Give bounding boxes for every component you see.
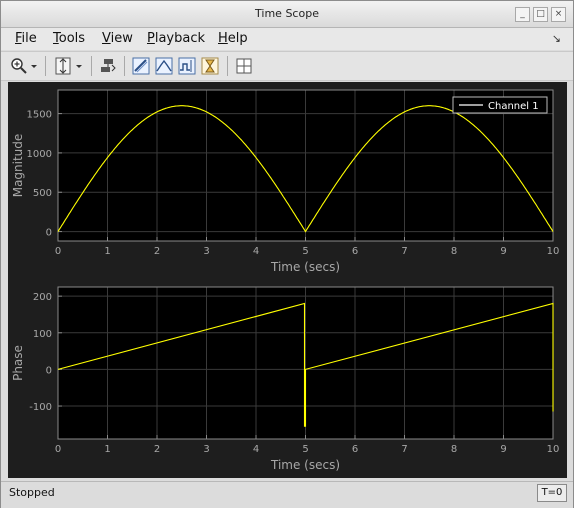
x-tick-label: 5 [302,444,308,455]
menu-playback[interactable]: Playback [147,31,205,46]
x-tick-label: 2 [154,246,160,257]
x-tick-label: 3 [203,444,209,455]
scope-plots[interactable]: 0 1 2 3 4 5 6 7 8 9 10050010001500Time (secs)Magni… [8,82,567,478]
status-text: Stopped [9,486,55,499]
x-tick-label: 6 [352,444,358,455]
x-tick-label: 10 [547,246,560,257]
x-tick-label: 7 [401,444,407,455]
toolbar-separator [124,56,125,76]
x-tick-label: 8 [451,246,457,257]
x-tick-label: 8 [451,444,457,455]
x-tick-label: 5 [302,246,308,257]
simulation-time: T=0 [537,484,567,502]
y-tick-label: 1500 [27,110,52,121]
close-button[interactable]: × [551,7,566,22]
menu-help[interactable]: Help [218,31,248,46]
menu-bar: File Tools View Playback Help ↘ [1,28,573,50]
legend-entry: Channel 1 [488,101,539,112]
y-axis-label: Magnitude [11,134,25,198]
x-tick-label: 9 [500,246,506,257]
y-tick-label: 1000 [27,149,52,160]
legend: Channel 1 [452,96,548,114]
toolbar [1,51,573,81]
x-tick-label: 6 [352,246,358,257]
menu-tools[interactable]: Tools [53,31,85,46]
x-tick-label: 0 [55,444,61,455]
scope-display: 0 1 2 3 4 5 6 7 8 9 10 0 500 1000 1500 Time (secs) Magni… [8,82,567,478]
undock-arrow-icon[interactable]: ↘ [552,32,561,45]
zoom-in-icon[interactable] [9,56,29,76]
y-tick-label: 0 [46,365,52,376]
x-tick-label: 7 [401,246,407,257]
time-scope-window: Time Scope _ □ × File Tools View Playbac… [0,0,574,508]
layout-icon[interactable] [234,56,254,76]
x-tick-label: 3 [203,246,209,257]
x-tick-label: 10 [547,444,560,455]
toolbar-separator [91,56,92,76]
zoom-dropdown-icon[interactable] [29,56,39,76]
x-tick-label: 0 [55,246,61,257]
y-tick-label: 500 [33,188,52,199]
cursor-measurements-icon[interactable] [131,56,151,76]
status-bar: Stopped T=0 [1,481,573,508]
plot-2: 0 1 2 3 4 5 6 7 8 9 10 -100 0 100 200 Time (secs) Phase [11,286,560,472]
minimize-button[interactable]: _ [515,7,530,22]
toolbar-separator [227,56,228,76]
window-title: Time Scope [255,7,319,20]
x-axis-label: Time (secs) [270,458,340,472]
y-tick-label: 100 [33,329,52,340]
x-tick-label: 4 [253,246,259,257]
title-bar[interactable]: Time Scope _ □ × [1,1,573,28]
menu-file[interactable]: File [15,31,37,46]
maximize-button[interactable]: □ [533,7,548,22]
highlight-simulink-icon[interactable] [98,56,118,76]
y-axis-label: Phase [11,345,25,381]
toolbar-separator [45,56,46,76]
x-tick-label: 1 [104,246,110,257]
x-tick-label: 9 [500,444,506,455]
bilevel-measurements-icon[interactable] [200,56,220,76]
y-tick-label: 200 [33,292,52,303]
x-tick-label: 2 [154,444,160,455]
plot-1: 0 1 2 3 4 5 6 7 8 9 10 0 500 1000 1500 Time (secs) Magni… [11,89,560,274]
peak-finder-icon[interactable] [154,56,174,76]
x-tick-label: 1 [104,444,110,455]
menu-view[interactable]: View [102,31,133,46]
y-tick-label: -100 [29,402,52,413]
signal-statistics-icon[interactable] [177,56,197,76]
x-tick-label: 4 [253,444,259,455]
scale-dropdown-icon[interactable] [74,56,84,76]
x-axis-label: Time (secs) [270,260,340,274]
scale-axes-icon[interactable] [53,56,73,76]
y-tick-label: 0 [46,228,52,239]
